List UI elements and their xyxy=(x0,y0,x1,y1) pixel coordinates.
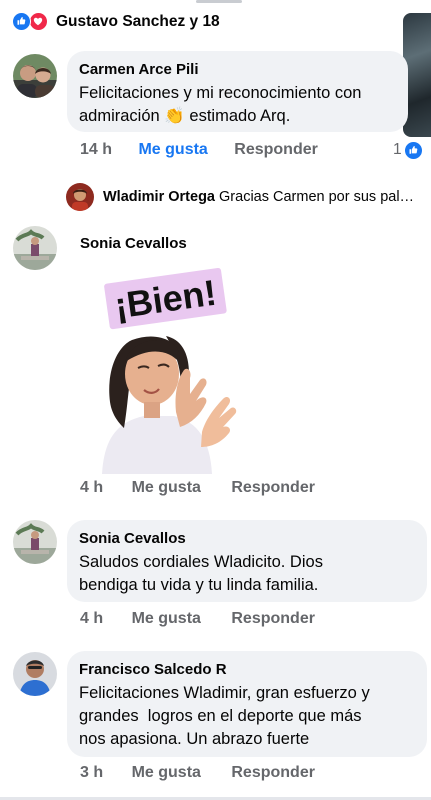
comment-line: admiración 👏 estimado Arq. xyxy=(79,107,291,125)
comment-time: 4 h xyxy=(80,610,104,627)
svg-text:¡Bien!: ¡Bien! xyxy=(112,272,219,327)
comment-text: Felicitaciones y mi reconocimiento con a… xyxy=(79,82,396,128)
reply-author[interactable]: Wladimir Ortega xyxy=(103,189,215,205)
reply-preview-text: Wladimir Ortega Gracias Carmen por sus p… xyxy=(103,187,428,207)
avatar[interactable] xyxy=(13,652,57,696)
comment-author[interactable]: Carmen Arce Pili xyxy=(79,60,396,79)
reply-button[interactable]: Responder xyxy=(231,608,315,630)
reply-preview[interactable]: Wladimir Ortega Gracias Carmen por sus p… xyxy=(66,183,431,211)
comment-line: grandes logros en el deporte que más xyxy=(79,707,362,725)
comment-line: nos apasiona. Un abrazo fuerte xyxy=(79,730,310,748)
comment-sticker[interactable]: ¡Bien! xyxy=(92,262,247,474)
comment-bubble[interactable]: Carmen Arce Pili Felicitaciones y mi rec… xyxy=(67,51,408,132)
like-button[interactable]: Me gusta xyxy=(132,762,201,784)
comment-actions: 4 h Me gusta Responder xyxy=(80,477,315,499)
sheet-handle[interactable] xyxy=(196,0,242,3)
comment-time: 4 h xyxy=(80,479,104,496)
avatar[interactable] xyxy=(13,520,57,564)
comment-line: Felicitaciones y mi reconocimiento con xyxy=(79,84,362,102)
like-button[interactable]: Me gusta xyxy=(132,477,201,499)
reaction-count-value: 1 xyxy=(393,141,402,158)
avatar[interactable] xyxy=(66,183,94,211)
comment-author[interactable]: Francisco Salcedo R xyxy=(79,660,415,679)
reactions-summary[interactable]: Gustavo Sanchez y 18 xyxy=(0,0,431,44)
avatar[interactable] xyxy=(13,226,57,270)
comment-line: bendiga tu vida y tu linda familia. xyxy=(79,576,319,594)
like-button[interactable]: Me gusta xyxy=(138,139,207,161)
comment-text: Felicitaciones Wladimir, gran esfuerzo y… xyxy=(79,682,415,751)
comment-actions: 4 h Me gusta Responder xyxy=(80,608,315,630)
love-reaction-icon xyxy=(29,12,48,31)
reactors-names[interactable]: Gustavo Sanchez y 18 xyxy=(56,13,220,31)
reaction-icons xyxy=(12,12,52,32)
comment-actions: 3 h Me gusta Responder xyxy=(80,762,315,784)
avatar[interactable] xyxy=(13,54,57,98)
reaction-count[interactable]: 1 xyxy=(393,140,423,160)
comment-time: 3 h xyxy=(80,764,104,781)
comment-bubble[interactable]: Sonia Cevallos Saludos cordiales Wladici… xyxy=(67,520,427,602)
reply-button[interactable]: Responder xyxy=(234,139,318,161)
comment-line: Saludos cordiales Wladicito. Dios xyxy=(79,553,323,571)
comment-author[interactable]: Sonia Cevallos xyxy=(79,529,415,548)
comment-actions: 14 h Me gusta Responder xyxy=(80,139,318,161)
comment-text: Saludos cordiales Wladicito. Dios bendig… xyxy=(79,551,415,597)
comment-author[interactable]: Sonia Cevallos xyxy=(80,234,187,253)
like-button[interactable]: Me gusta xyxy=(132,608,201,630)
comment-line: Felicitaciones Wladimir, gran esfuerzo y xyxy=(79,684,370,702)
like-count-icon xyxy=(403,141,423,160)
comment-bubble[interactable]: Francisco Salcedo R Felicitaciones Wladi… xyxy=(67,651,427,757)
comment-time: 14 h xyxy=(80,141,113,158)
reply-button[interactable]: Responder xyxy=(231,762,315,784)
reply-button[interactable]: Responder xyxy=(231,477,315,499)
reply-snippet: Gracias Carmen por sus pal… xyxy=(219,189,415,205)
like-reaction-icon xyxy=(12,12,31,31)
